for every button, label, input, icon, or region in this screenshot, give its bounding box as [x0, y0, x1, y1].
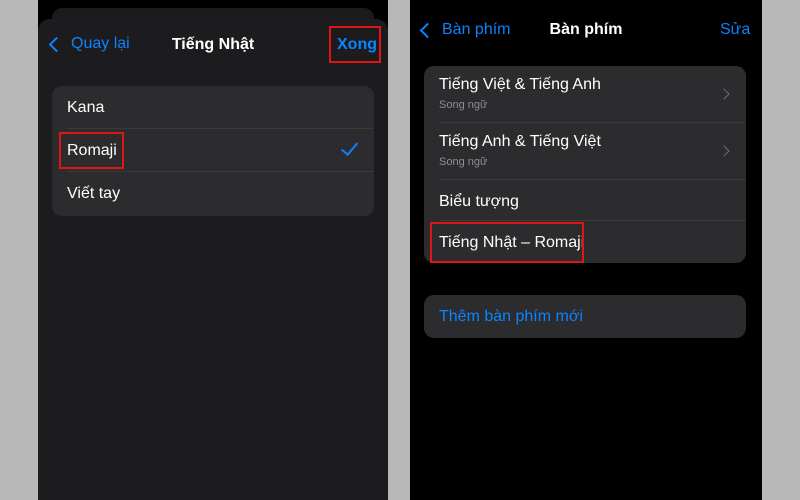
romaji-highlight-box	[59, 132, 124, 169]
keyboard-label: Tiếng Anh & Tiếng Việt	[439, 133, 601, 150]
add-keyboard-row[interactable]: Thêm bàn phím mới	[424, 295, 746, 338]
keyboard-label: Biểu tượng	[439, 193, 519, 210]
chevron-right-icon	[718, 88, 730, 100]
checkmark-icon	[340, 137, 359, 157]
chevron-right-icon	[718, 145, 730, 157]
keyboard-label: Tiếng Việt & Tiếng Anh	[439, 76, 601, 93]
page-title: Tiếng Nhật	[171, 36, 255, 53]
add-keyboard-label: Thêm bàn phím mới	[439, 308, 583, 325]
right-screen: Bàn phím Bàn phím Sửa Tiếng Việt & Tiếng…	[410, 0, 762, 500]
option-kana[interactable]: Kana	[52, 86, 374, 129]
back-label: Bàn phím	[442, 21, 511, 38]
japanese-romaji-highlight-box	[430, 222, 584, 263]
keyboard-item-english-vietnamese[interactable]: Tiếng Anh & Tiếng Việt Song ngữ	[424, 123, 746, 180]
option-label: Viết tay	[67, 185, 121, 202]
option-handwriting[interactable]: Viết tay	[52, 172, 374, 216]
done-highlight-box	[329, 26, 381, 63]
page-title: Bàn phím	[549, 21, 623, 38]
keyboard-item-vietnamese-english[interactable]: Tiếng Việt & Tiếng Anh Song ngữ	[424, 66, 746, 123]
keyboard-item-emoji[interactable]: Biểu tượng	[424, 180, 746, 221]
back-label: Quay lại	[71, 35, 130, 52]
left-screen: Quay lại Tiếng Nhật Xong Kana Romaji Viế…	[38, 0, 388, 500]
keyboard-subtitle: Song ngữ	[439, 156, 488, 168]
edit-button[interactable]: Sửa	[720, 21, 750, 39]
keyboard-subtitle: Song ngữ	[439, 99, 488, 111]
back-button[interactable]: Bàn phím	[418, 21, 510, 39]
japanese-keyboard-sheet: Quay lại Tiếng Nhật Xong Kana Romaji Viế…	[38, 19, 388, 500]
back-button[interactable]: Quay lại	[47, 35, 130, 53]
chevron-left-icon	[48, 36, 65, 52]
option-label: Kana	[67, 99, 105, 116]
chevron-left-icon	[419, 22, 436, 38]
